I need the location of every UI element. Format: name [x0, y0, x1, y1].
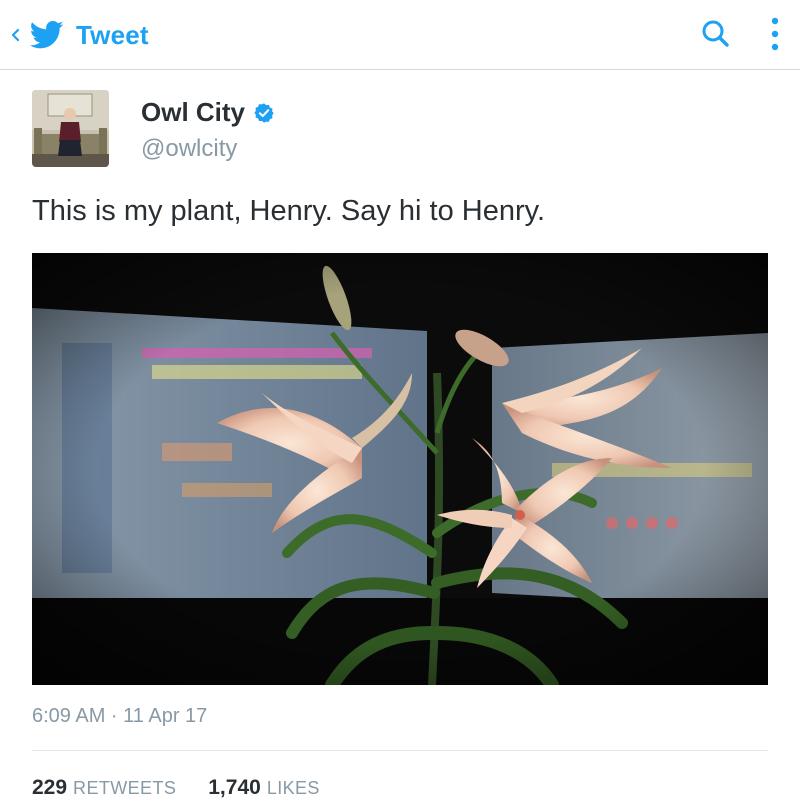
tweet-detail-screen: Tweet Owl City @owlcity This is my plant…: [0, 0, 800, 809]
retweets-label: RETWEETS: [73, 778, 177, 798]
author-name[interactable]: Owl City: [141, 97, 275, 128]
avatar-photo: [32, 90, 109, 167]
author-display-name: Owl City: [141, 97, 246, 127]
avatar[interactable]: [32, 90, 109, 167]
lily-plant-photo: [32, 253, 768, 685]
search-icon: [702, 20, 729, 47]
more-vertical-icon: [771, 17, 779, 51]
top-app-bar: Tweet: [0, 0, 800, 70]
retweets-stat[interactable]: 229 RETWEETS: [32, 776, 176, 800]
tweet-stats: 229 RETWEETS 1,740 LIKES: [32, 776, 352, 800]
overflow-menu-button[interactable]: [760, 14, 790, 54]
chevron-left-icon: [11, 28, 20, 42]
search-button[interactable]: [698, 16, 734, 52]
tweet-text: This is my plant, Henry. Say hi to Henry…: [32, 195, 546, 227]
twitter-bird-icon: [30, 20, 64, 49]
likes-label: LIKES: [266, 778, 320, 798]
verified-badge-icon: [254, 102, 274, 123]
tweet-timestamp: 6:09 AM · 11 Apr 17: [32, 705, 208, 727]
back-button[interactable]: Tweet: [4, 12, 164, 58]
divider: [32, 750, 768, 751]
retweets-count: 229: [32, 776, 68, 799]
tweet-media-image[interactable]: [32, 253, 768, 685]
likes-stat[interactable]: 1,740 LIKES: [208, 776, 320, 800]
page-title: Tweet: [76, 19, 149, 50]
likes-count: 1,740: [208, 776, 261, 799]
author-handle[interactable]: @owlcity: [141, 135, 237, 163]
